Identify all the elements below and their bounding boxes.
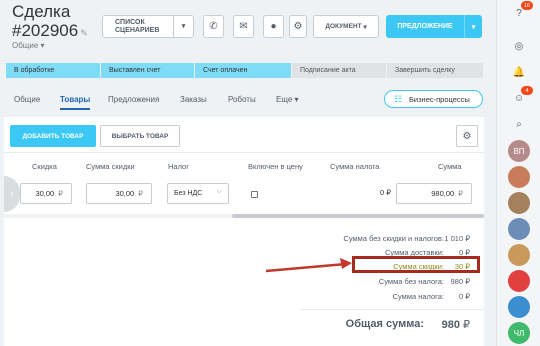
chevron-down-icon: ⌵ — [216, 188, 222, 195]
col-tax-included: Включен в цену — [248, 162, 303, 171]
bell-icon[interactable]: 🔔 — [509, 62, 529, 82]
chat-badge: 4 — [521, 86, 533, 95]
active-tab-underline — [60, 108, 90, 110]
sum-input[interactable]: 980,00 ₽ — [396, 183, 472, 204]
grand-total-label: Общая сумма: — [345, 318, 424, 330]
currency: ₽ — [463, 319, 470, 331]
discount-sum-input[interactable]: 30,00 ₽ — [86, 183, 152, 204]
col-discount: Скидка — [32, 162, 57, 171]
total-value-no-tax: 980 ₽ — [450, 277, 470, 286]
tax-sum-number: 0 — [380, 188, 385, 197]
phone-icon[interactable]: ✆ — [203, 15, 224, 38]
chevron-down-icon[interactable]: ▾ — [464, 15, 482, 38]
sum-value: 980,00 — [431, 189, 455, 198]
tab-general[interactable]: Общие — [14, 95, 40, 104]
divider — [4, 152, 484, 153]
avatar[interactable] — [508, 244, 530, 266]
avatar[interactable]: ЧЛ — [508, 322, 530, 344]
deal-title: Сделка #202906 ✎ — [12, 2, 88, 43]
total-label-tax: Сумма налога: — [392, 292, 444, 301]
discount-value: 30,00 — [35, 189, 55, 198]
currency: ₽ — [58, 189, 63, 198]
currency: ₽ — [386, 188, 392, 197]
divider — [300, 309, 484, 310]
select-product-button[interactable]: ВЫБРАТЬ ТОВАР — [100, 125, 180, 147]
main-area: Сделка #202906 ✎ Общие ▾ СПИСОК СЦЕНАРИЕВ… — [0, 0, 496, 346]
crm-icon[interactable]: ◎ — [509, 36, 529, 56]
total-label-no-discount: Сумма без скидки и налогов: — [343, 234, 444, 243]
highlight-box — [352, 256, 480, 273]
avatar[interactable] — [508, 192, 530, 214]
currency: ₽ — [458, 189, 463, 198]
tab-products[interactable]: Товары — [60, 95, 90, 104]
right-sidebar: ? 16 ◎ 🔔 ☺ 4 ⌕ ВП ЧЛ — [496, 0, 540, 346]
scrollbar-thumb[interactable] — [232, 214, 484, 218]
mail-icon[interactable]: ✉ — [233, 15, 254, 38]
tax-sum-value: 0 ₽ — [380, 188, 391, 197]
chevron-down-icon[interactable]: ▾ — [173, 16, 193, 37]
subtitle-text: Общие — [12, 41, 39, 50]
stage-1[interactable]: В обработке — [6, 63, 100, 78]
add-product-button[interactable]: ДОБАВИТЬ ТОВАР — [10, 125, 96, 147]
avatar[interactable] — [508, 296, 530, 318]
stage-5[interactable]: Завершить сделку — [387, 63, 483, 78]
notifications-badge: 16 — [521, 1, 533, 10]
products-panel: ДОБАВИТЬ ТОВАР ВЫБРАТЬ ТОВАР ⚙ Скидка Су… — [4, 117, 484, 346]
stage-label: Подписание акта — [300, 67, 356, 74]
document-button[interactable]: ДОКУМЕНТ ▾ — [313, 15, 379, 38]
avatar[interactable]: ВП — [508, 140, 530, 162]
currency: ₽ — [138, 189, 143, 198]
stage-label: В обработке — [14, 67, 55, 74]
col-discount-sum: Сумма скидки — [86, 162, 135, 171]
avatar[interactable] — [508, 166, 530, 188]
scroll-left-arrow[interactable]: ‹ — [4, 176, 20, 212]
tab-robots[interactable]: Роботы — [228, 95, 256, 104]
stage-3[interactable]: Счет оплачен — [195, 63, 291, 78]
col-tax: Налог — [168, 162, 189, 171]
stage-label: Завершить сделку — [395, 67, 455, 74]
gear-icon[interactable]: ⚙ — [289, 15, 307, 38]
tab-more-label: Еще — [276, 95, 293, 104]
discount-input[interactable]: 30,00 ₽ — [20, 183, 72, 204]
col-tax-sum: Сумма налога — [330, 162, 380, 171]
deal-label: Сделка — [12, 2, 71, 21]
avatar-initials: ЧЛ — [513, 328, 525, 338]
document-label: ДОКУМЕНТ — [325, 23, 362, 30]
tax-included-checkbox[interactable] — [251, 191, 258, 198]
discount-sum-value: 30,00 — [115, 189, 135, 198]
stage-2[interactable]: Выставлен счет — [101, 63, 194, 78]
tax-value: Без НДС — [174, 190, 203, 197]
deal-subtitle[interactable]: Общие ▾ — [12, 41, 45, 50]
total-label-no-tax: Сумма без налога: — [378, 277, 444, 286]
tab-more[interactable]: Еще ▾ — [276, 95, 299, 104]
business-process-icon: ☷ — [394, 94, 403, 104]
grand-total-number: 980 — [441, 319, 460, 331]
bp-label: Бизнес-процессы — [409, 94, 470, 104]
scenarios-button[interactable]: СПИСОК СЦЕНАРИЕВ ▾ — [102, 15, 194, 38]
total-value-no-discount: 1 010 ₽ — [444, 234, 470, 243]
gear-icon[interactable]: ⚙ — [456, 125, 478, 147]
search-icon[interactable]: ⌕ — [509, 114, 529, 134]
tab-orders[interactable]: Заказы — [180, 95, 207, 104]
tax-select[interactable]: Без НДС ⌵ — [167, 183, 229, 204]
avatar[interactable] — [508, 218, 530, 240]
total-value-tax: 0 ₽ — [458, 292, 470, 301]
tab-offers[interactable]: Предложения — [108, 95, 159, 104]
stage-label: Счет оплачен — [203, 67, 248, 74]
deal-number: #202906 — [12, 21, 79, 40]
avatar[interactable] — [508, 270, 530, 292]
stage-label: Выставлен счет — [109, 67, 161, 74]
annotation-arrow-icon — [265, 258, 352, 273]
scenarios-label: СПИСОК СЦЕНАРИЕВ — [115, 18, 160, 34]
edit-pencil-icon[interactable]: ✎ — [80, 28, 88, 38]
offer-label: ПРЕДЛОЖЕНИЕ — [397, 23, 453, 30]
business-processes-button[interactable]: ☷ Бизнес-процессы — [384, 90, 483, 108]
grand-total-value: 980 ₽ — [442, 318, 470, 331]
col-sum: Сумма — [438, 162, 462, 171]
stage-4[interactable]: Подписание акта — [292, 63, 386, 78]
avatar-initials: ВП — [513, 146, 525, 156]
offer-button[interactable]: ПРЕДЛОЖЕНИЕ ▾ — [386, 15, 482, 38]
chat-icon[interactable]: ● — [263, 15, 284, 38]
